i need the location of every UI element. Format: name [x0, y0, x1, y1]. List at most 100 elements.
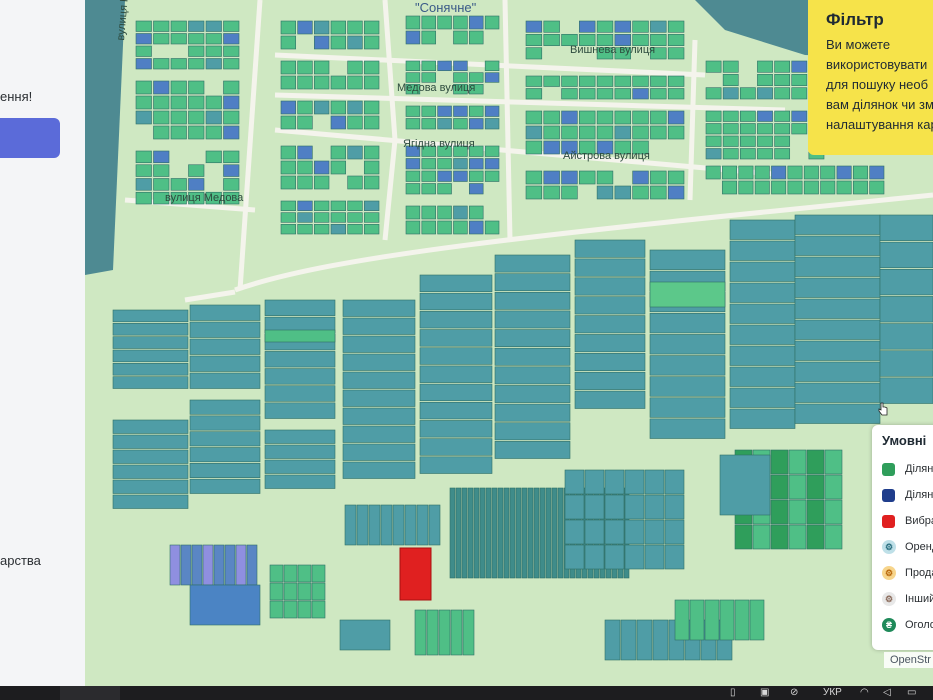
- land-parcel[interactable]: [280, 100, 296, 115]
- land-parcel[interactable]: [650, 88, 667, 100]
- land-parcel[interactable]: [664, 494, 685, 520]
- land-parcel[interactable]: [314, 35, 330, 50]
- land-parcel[interactable]: [347, 224, 363, 235]
- land-parcel[interactable]: [419, 311, 493, 329]
- land-parcel[interactable]: [667, 110, 685, 125]
- land-parcel[interactable]: [188, 58, 205, 70]
- land-parcel[interactable]: [632, 170, 649, 185]
- land-parcel[interactable]: [574, 239, 646, 258]
- land-parcel[interactable]: [153, 125, 170, 140]
- land-parcel[interactable]: [223, 125, 240, 140]
- land-parcel[interactable]: [264, 385, 336, 402]
- land-parcel[interactable]: [604, 469, 625, 495]
- land-parcel[interactable]: [170, 178, 187, 191]
- land-parcel[interactable]: [484, 60, 500, 71]
- land-parcel[interactable]: [852, 180, 868, 195]
- land-parcel[interactable]: [824, 524, 843, 550]
- land-parcel[interactable]: [494, 329, 571, 347]
- land-parcel[interactable]: [650, 110, 667, 125]
- selected-parcel[interactable]: [399, 547, 432, 601]
- land-parcel[interactable]: [632, 20, 649, 33]
- cadastral-map[interactable]: "Сонячне" Вишнева вулиця Медова вулиця Я…: [85, 0, 933, 686]
- land-parcel[interactable]: [223, 150, 240, 164]
- land-parcel[interactable]: [135, 95, 152, 110]
- land-parcel[interactable]: [135, 110, 152, 125]
- land-parcel[interactable]: [280, 115, 296, 130]
- land-parcel[interactable]: [820, 165, 836, 180]
- land-parcel[interactable]: [820, 180, 836, 195]
- land-parcel[interactable]: [280, 35, 296, 50]
- land-parcel[interactable]: [596, 88, 614, 100]
- land-parcel[interactable]: [739, 110, 756, 122]
- land-parcel[interactable]: [347, 100, 363, 115]
- land-parcel[interactable]: [806, 499, 825, 525]
- legend-item-green-parcels[interactable]: Ділян: [882, 456, 933, 482]
- land-parcel[interactable]: [770, 449, 789, 475]
- land-parcel[interactable]: [771, 165, 787, 180]
- land-parcel[interactable]: [380, 504, 393, 546]
- land-parcel[interactable]: [364, 60, 380, 75]
- land-parcel[interactable]: [705, 60, 722, 73]
- land-parcel[interactable]: [729, 282, 796, 303]
- land-parcel[interactable]: [453, 118, 468, 130]
- land-parcel[interactable]: [729, 324, 796, 345]
- land-parcel[interactable]: [836, 165, 852, 180]
- land-parcel[interactable]: [297, 582, 312, 601]
- land-parcel[interactable]: [803, 165, 819, 180]
- land-parcel[interactable]: [879, 241, 933, 269]
- land-parcel[interactable]: [739, 148, 756, 160]
- land-parcel[interactable]: [704, 599, 720, 641]
- land-parcel[interactable]: [364, 212, 380, 223]
- land-parcel[interactable]: [729, 387, 796, 408]
- land-parcel[interactable]: [649, 313, 726, 334]
- land-parcel[interactable]: [774, 123, 791, 135]
- land-parcel[interactable]: [467, 487, 474, 579]
- land-parcel[interactable]: [604, 544, 625, 570]
- land-parcel[interactable]: [283, 582, 298, 601]
- land-parcel[interactable]: [722, 180, 738, 195]
- land-parcel[interactable]: [649, 334, 726, 355]
- land-parcel[interactable]: [112, 464, 189, 479]
- land-parcel[interactable]: [632, 75, 649, 87]
- land-parcel[interactable]: [213, 544, 225, 586]
- land-parcel[interactable]: [561, 88, 578, 100]
- land-parcel[interactable]: [314, 212, 330, 223]
- legend-item-blue-parcels[interactable]: Ділян: [882, 482, 933, 508]
- land-parcel[interactable]: [604, 519, 625, 545]
- land-parcel[interactable]: [525, 170, 543, 185]
- land-parcel[interactable]: [879, 323, 933, 350]
- land-parcel[interactable]: [419, 383, 493, 402]
- land-parcel[interactable]: [667, 185, 685, 200]
- land-parcel[interactable]: [419, 365, 493, 383]
- land-parcel[interactable]: [596, 75, 614, 87]
- land-parcel[interactable]: [644, 469, 665, 495]
- land-parcel[interactable]: [652, 619, 669, 661]
- land-parcel[interactable]: [667, 125, 685, 140]
- land-parcel[interactable]: [112, 323, 189, 336]
- legend-item-selected[interactable]: Вибра: [882, 508, 933, 534]
- land-parcel[interactable]: [269, 582, 284, 601]
- land-parcel[interactable]: [188, 33, 205, 45]
- land-parcel[interactable]: [342, 353, 416, 371]
- land-parcel[interactable]: [189, 321, 261, 338]
- land-parcel[interactable]: [135, 45, 152, 57]
- land-parcel[interactable]: [561, 110, 578, 125]
- land-parcel[interactable]: [525, 88, 543, 100]
- land-parcel[interactable]: [722, 135, 739, 147]
- land-parcel[interactable]: [112, 434, 189, 449]
- land-parcel[interactable]: [729, 240, 796, 261]
- land-parcel[interactable]: [774, 87, 791, 100]
- land-parcel[interactable]: [449, 487, 456, 579]
- land-parcel[interactable]: [722, 165, 738, 180]
- land-parcel[interactable]: [419, 456, 493, 474]
- land-parcel[interactable]: [574, 296, 646, 315]
- land-parcel[interactable]: [112, 376, 189, 389]
- land-parcel[interactable]: [421, 158, 436, 170]
- land-parcel[interactable]: [664, 469, 685, 495]
- land-parcel[interactable]: [545, 487, 552, 579]
- camera-off-icon[interactable]: ⊘: [790, 686, 798, 700]
- filter-panel[interactable]: Фільтр Ви можете використовувати для пош…: [808, 0, 933, 155]
- land-parcel[interactable]: [738, 165, 754, 180]
- land-parcel[interactable]: [664, 519, 685, 545]
- land-parcel[interactable]: [561, 185, 578, 200]
